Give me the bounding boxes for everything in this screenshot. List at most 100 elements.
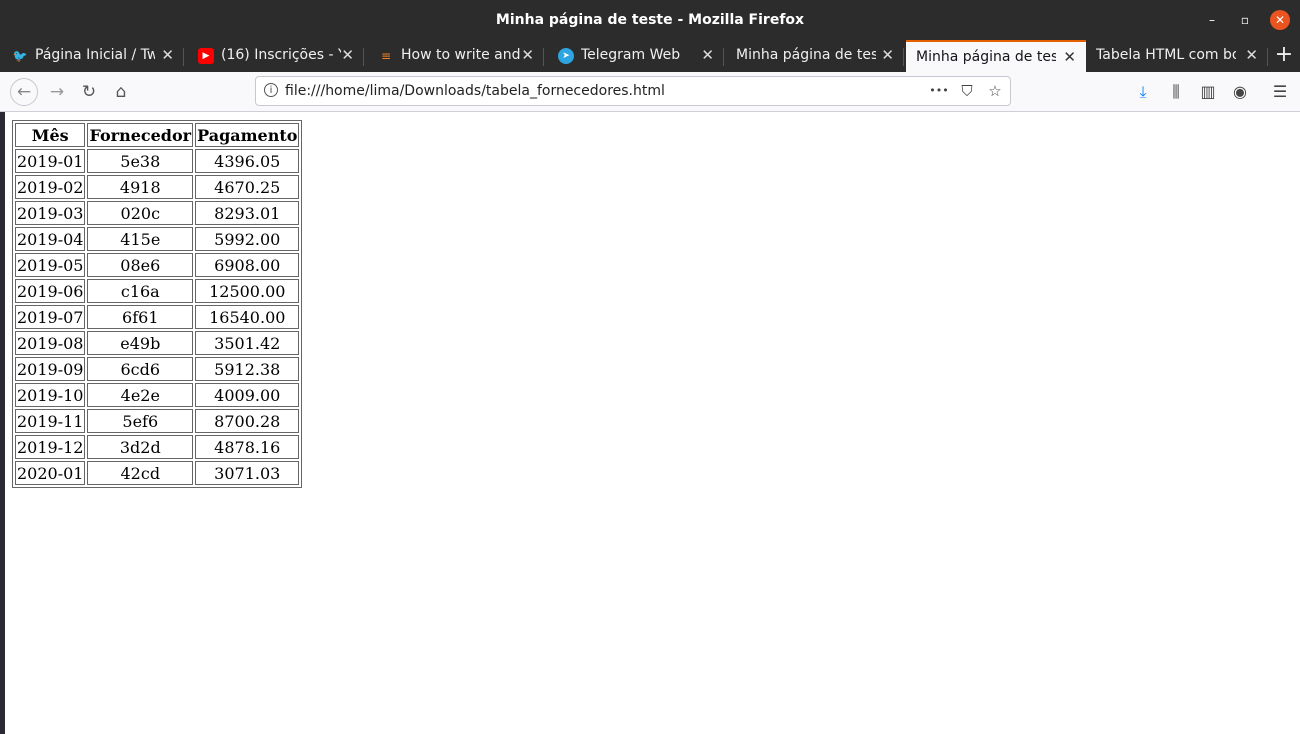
payment-cell: 8293.01 <box>195 201 300 225</box>
tab-1[interactable]: ▶ (16) Inscrições - Yo ✕ <box>186 40 364 72</box>
supplier-cell: 08e6 <box>87 253 194 277</box>
table-row: 2019-04 415e 5992.00 <box>15 227 300 251</box>
month-cell: 2019-07 <box>15 305 86 329</box>
tab-4[interactable]: Minha página de teste ✕ <box>726 40 904 72</box>
tab-label: Telegram Web <box>581 47 681 63</box>
table-row: 2019-03 020c 8293.01 <box>15 201 300 225</box>
tab-separator <box>543 48 544 66</box>
tab-separator <box>363 48 364 66</box>
tab-3[interactable]: ➤ Telegram Web ✕ <box>546 40 724 72</box>
month-cell: 2019-03 <box>15 201 86 225</box>
tab-0[interactable]: 🐦 Página Inicial / Tw ✕ <box>0 40 184 72</box>
close-tab-icon[interactable]: ✕ <box>521 40 534 70</box>
month-cell: 2019-05 <box>15 253 86 277</box>
table-row: 2019-05 08e6 6908.00 <box>15 253 300 277</box>
table-row: 2020-01 42cd 3071.03 <box>15 461 300 485</box>
sidebar-icon[interactable]: ▥ <box>1197 80 1219 104</box>
forward-button[interactable]: → <box>45 80 69 104</box>
download-icon[interactable]: ⤓ <box>1132 80 1154 104</box>
month-cell: 2019-10 <box>15 383 86 407</box>
month-cell: 2019-01 <box>15 149 86 173</box>
maximize-button[interactable]: ▫ <box>1235 10 1255 30</box>
back-button[interactable]: ← <box>10 78 38 106</box>
payment-cell: 4396.05 <box>195 149 300 173</box>
tab-bar: 🐦 Página Inicial / Tw ✕ ▶ (16) Inscrições - … <box>0 40 1300 72</box>
supplier-cell: 5e38 <box>87 149 194 173</box>
close-tab-icon[interactable]: ✕ <box>881 40 894 70</box>
close-tab-icon[interactable]: ✕ <box>341 40 354 70</box>
close-tab-icon[interactable]: ✕ <box>701 40 714 70</box>
stackoverflow-icon: ≡ <box>380 49 392 63</box>
table-row: 2019-10 4e2e 4009.00 <box>15 383 300 407</box>
supplier-cell: c16a <box>87 279 194 303</box>
payment-cell: 8700.28 <box>195 409 300 433</box>
tab-label: Minha página de teste <box>916 49 1056 65</box>
new-tab-button[interactable]: + <box>1272 40 1296 72</box>
month-cell: 2019-12 <box>15 435 86 459</box>
page-actions-icon[interactable]: ••• <box>928 80 950 102</box>
tab-6[interactable]: Tabela HTML com bor ✕ <box>1086 40 1268 72</box>
table-row: 2019-11 5ef6 8700.28 <box>15 409 300 433</box>
page-content: Mês Fornecedor Pagamento 2019-01 5e38 4396… <box>5 112 1300 734</box>
payment-cell: 12500.00 <box>195 279 300 303</box>
payment-cell: 6908.00 <box>195 253 300 277</box>
supplier-cell: 4918 <box>87 175 194 199</box>
info-icon[interactable]: i <box>264 83 278 97</box>
payment-cell: 3071.03 <box>195 461 300 485</box>
table-row: 2019-01 5e38 4396.05 <box>15 149 300 173</box>
month-cell: 2019-06 <box>15 279 86 303</box>
month-cell: 2019-09 <box>15 357 86 381</box>
tab-5[interactable]: Minha página de teste ✕ <box>906 40 1086 72</box>
month-cell: 2020-01 <box>15 461 86 485</box>
supplier-cell: 5ef6 <box>87 409 194 433</box>
table-row: 2019-09 6cd6 5912.38 <box>15 357 300 381</box>
payment-cell: 4009.00 <box>195 383 300 407</box>
payment-cell: 4670.25 <box>195 175 300 199</box>
pocket-icon[interactable]: ⛉ <box>956 80 978 102</box>
supplier-cell: 42cd <box>87 461 194 485</box>
window-titlebar: Minha página de teste - Mozilla Firefox … <box>0 0 1300 40</box>
column-header: Mês <box>15 123 86 147</box>
payment-cell: 4878.16 <box>195 435 300 459</box>
url-text[interactable]: file:///home/lima/Downloads/tabela_forne… <box>285 77 665 105</box>
month-cell: 2019-04 <box>15 227 86 251</box>
table-row: 2019-02 4918 4670.25 <box>15 175 300 199</box>
home-button[interactable]: ⌂ <box>109 80 133 104</box>
close-tab-icon[interactable]: ✕ <box>1245 40 1258 70</box>
close-tab-icon[interactable]: ✕ <box>161 40 174 70</box>
bookmark-star-icon[interactable]: ☆ <box>984 80 1006 102</box>
tab-separator <box>903 48 904 66</box>
supplier-cell: e49b <box>87 331 194 355</box>
youtube-icon: ▶ <box>198 48 214 64</box>
supplier-cell: 415e <box>87 227 194 251</box>
url-bar[interactable]: i file:///home/lima/Downloads/tabela_for… <box>255 76 1011 106</box>
supplier-cell: 4e2e <box>87 383 194 407</box>
table-row: 2019-06 c16a 12500.00 <box>15 279 300 303</box>
close-tab-icon[interactable]: ✕ <box>1063 42 1076 72</box>
month-cell: 2019-08 <box>15 331 86 355</box>
minimize-button[interactable]: – <box>1202 10 1222 30</box>
close-window-button[interactable]: ✕ <box>1270 10 1290 30</box>
payment-cell: 5912.38 <box>195 357 300 381</box>
tab-2[interactable]: ≡ How to write and ✕ <box>366 40 544 72</box>
tab-label: Tabela HTML com bor <box>1096 47 1236 63</box>
month-cell: 2019-02 <box>15 175 86 199</box>
table-header-row: Mês Fornecedor Pagamento <box>15 123 300 147</box>
account-icon[interactable]: ◉ <box>1229 80 1251 104</box>
column-header: Fornecedor <box>87 123 194 147</box>
payment-cell: 3501.42 <box>195 331 300 355</box>
tab-separator <box>183 48 184 66</box>
twitter-icon: 🐦 <box>12 49 28 63</box>
table-row: 2019-12 3d2d 4878.16 <box>15 435 300 459</box>
library-icon[interactable]: ⫼ <box>1165 80 1187 104</box>
supplier-cell: 6cd6 <box>87 357 194 381</box>
table-row: 2019-07 6f61 16540.00 <box>15 305 300 329</box>
tab-label: Minha página de teste <box>736 47 876 63</box>
menu-icon[interactable]: ☰ <box>1269 80 1291 104</box>
reload-button[interactable]: ↻ <box>77 80 101 104</box>
tab-label: How to write and <box>401 47 521 63</box>
supplier-cell: 020c <box>87 201 194 225</box>
payment-cell: 5992.00 <box>195 227 300 251</box>
navigation-toolbar: ← → ↻ ⌂ i file:///home/lima/Downloads/ta… <box>0 72 1300 112</box>
column-header: Pagamento <box>195 123 300 147</box>
